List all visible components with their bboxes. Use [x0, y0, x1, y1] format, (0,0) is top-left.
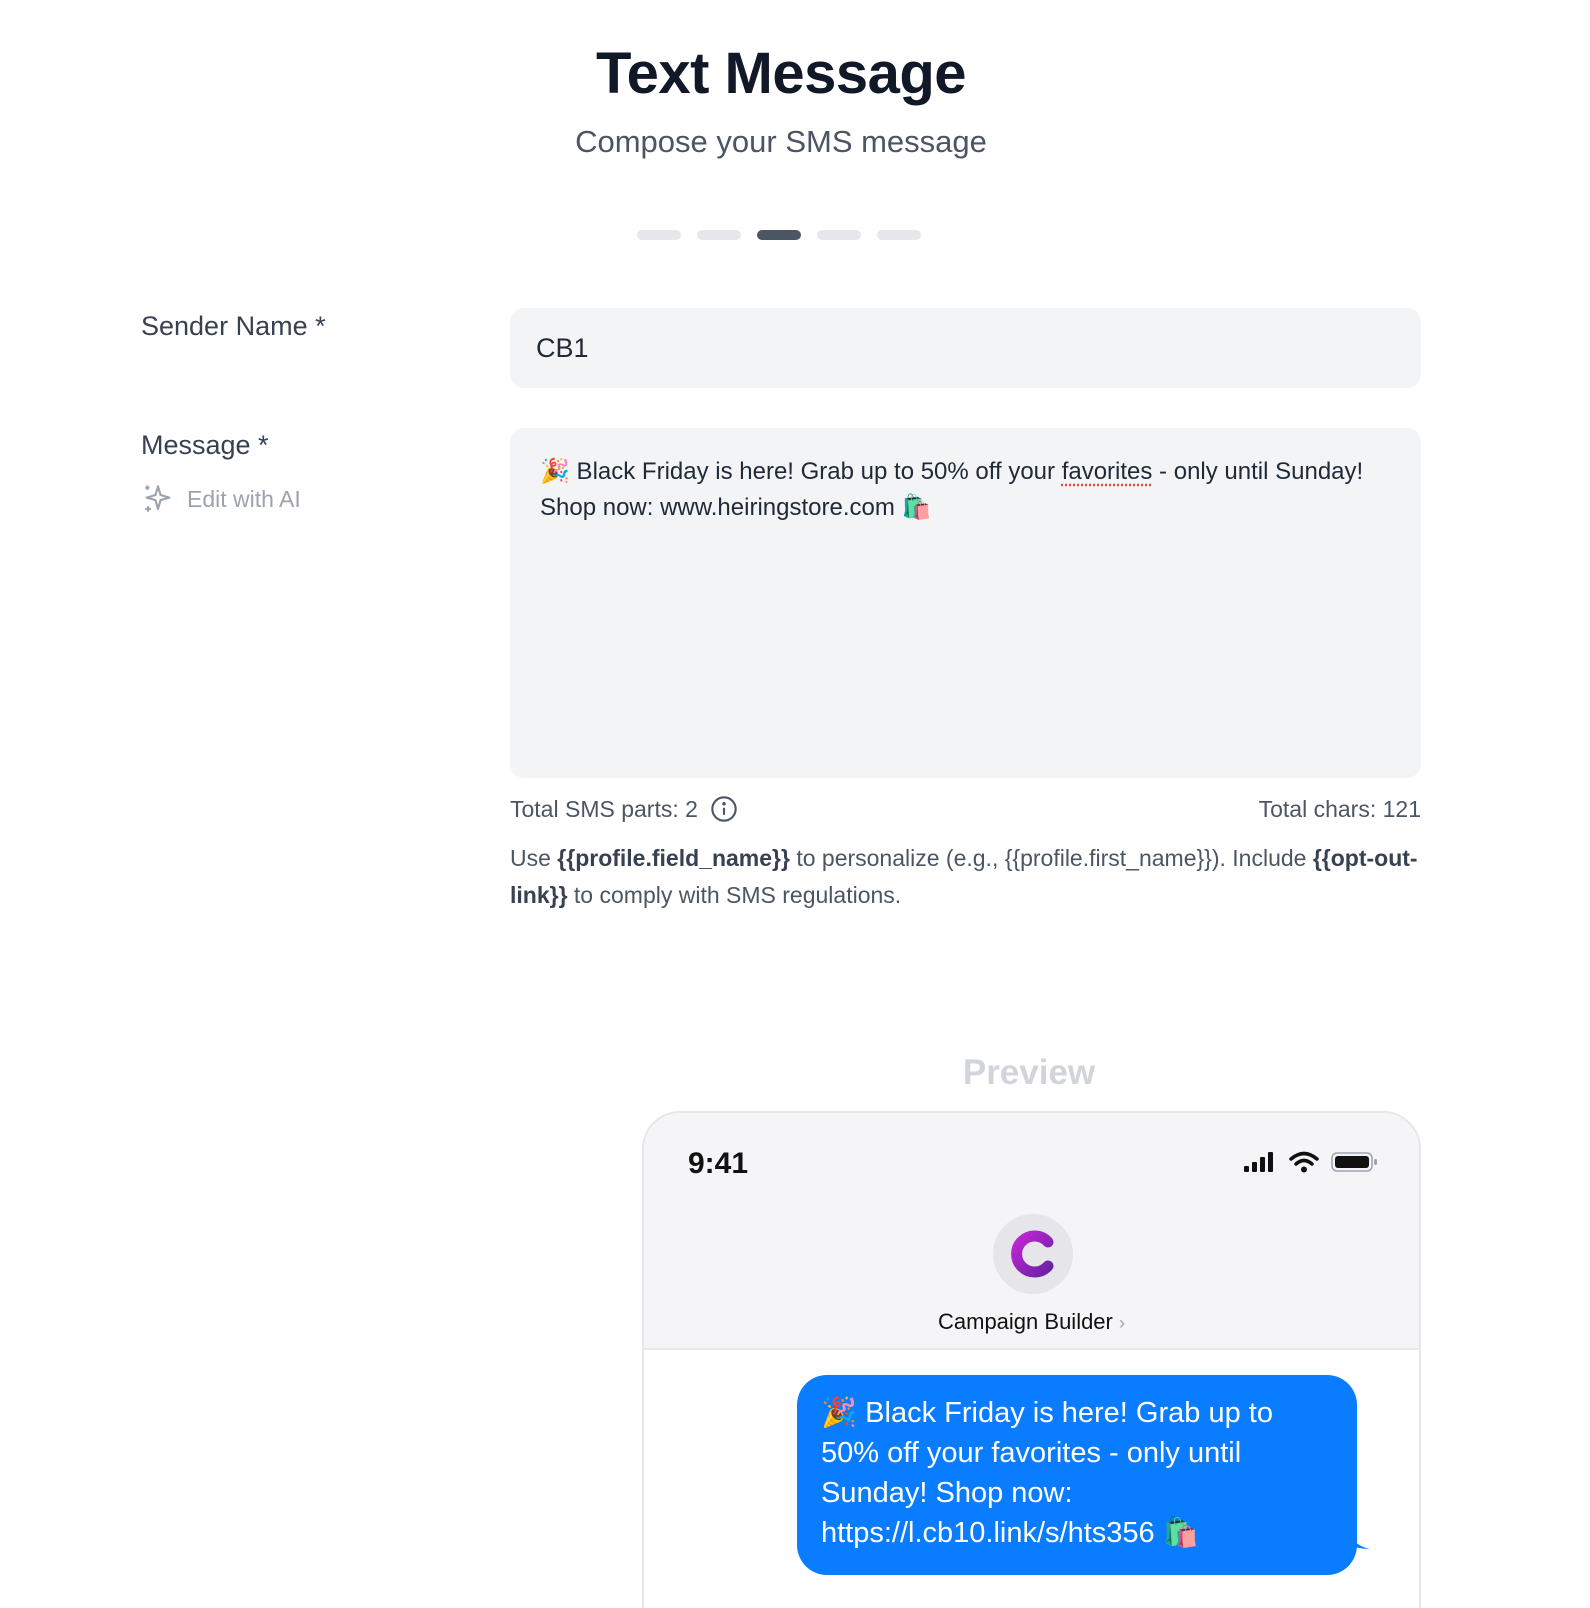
party-emoji: 🎉 [540, 458, 570, 485]
status-icons [1243, 1151, 1379, 1173]
phone-header: 9:41 Campaign Builder › [644, 1113, 1419, 1350]
total-chars-count: Total chars: 121 [1258, 795, 1421, 822]
preview-title: Preview [962, 1053, 1096, 1092]
bubble-text: Black Friday is here! Grab up to 50% off… [821, 1397, 1273, 1549]
contact-name: Campaign Builder [938, 1309, 1113, 1334]
step-4 [817, 230, 861, 240]
shopping-bag-emoji: 🛍️ [901, 494, 932, 521]
step-1 [637, 230, 681, 240]
sender-name-label: Sender Name * [141, 311, 326, 341]
page-subtitle: Compose your SMS message [575, 124, 987, 159]
sms-parts-count: Total SMS parts: 2 [510, 795, 698, 822]
misspelled-word: favorites [1061, 458, 1153, 485]
progress-stepper [637, 230, 921, 240]
help-text-2: to personalize (e.g., {{profile.first_na… [789, 845, 1313, 871]
message-label: Message * [141, 430, 269, 460]
edit-with-ai-label: Edit with AI [187, 485, 301, 512]
message-meta: Total SMS parts: 2 Total chars: 121 [510, 795, 1421, 823]
message-textarea[interactable]: 🎉 Black Friday is here! Grab up to 50% o… [510, 428, 1421, 778]
battery-icon [1331, 1152, 1377, 1172]
bubble-party-emoji: 🎉 [821, 1397, 858, 1429]
contact-avatar [993, 1214, 1073, 1294]
bubble-bag-emoji: 🛍️ [1162, 1517, 1199, 1549]
phone-preview: 9:41 Campaign Builder › 🎉 Black Friday i… [642, 1111, 1421, 1608]
sparkles-icon [145, 485, 171, 512]
step-2 [697, 230, 741, 240]
contact-name-row[interactable]: Campaign Builder › [644, 1309, 1419, 1335]
chevron-right-icon: › [1119, 1313, 1125, 1333]
info-icon[interactable] [710, 795, 738, 823]
help-text-3: to comply with SMS regulations. [567, 882, 902, 908]
help-field-token: {{profile.field_name}} [557, 845, 790, 871]
personalization-help: Use {{profile.field_name}} to personaliz… [510, 840, 1421, 914]
page-title: Text Message [595, 41, 967, 106]
wifi-icon [1289, 1151, 1319, 1173]
edit-with-ai-button[interactable]: Edit with AI [141, 482, 301, 516]
message-text-part1: Black Friday is here! Grab up to 50% off… [569, 458, 1062, 485]
sender-name-value: CB1 [536, 332, 589, 363]
step-5 [877, 230, 921, 240]
help-text-1: Use [510, 845, 558, 871]
status-time: 9:41 [688, 1147, 749, 1180]
signal-icon [1244, 1152, 1273, 1172]
message-bubble: 🎉 Black Friday is here! Grab up to 50% o… [797, 1375, 1357, 1575]
bubble-tail [1344, 1523, 1370, 1549]
step-3-current [757, 230, 801, 240]
brand-logo-icon [1011, 1230, 1054, 1278]
sender-name-input[interactable]: CB1 [510, 308, 1421, 388]
